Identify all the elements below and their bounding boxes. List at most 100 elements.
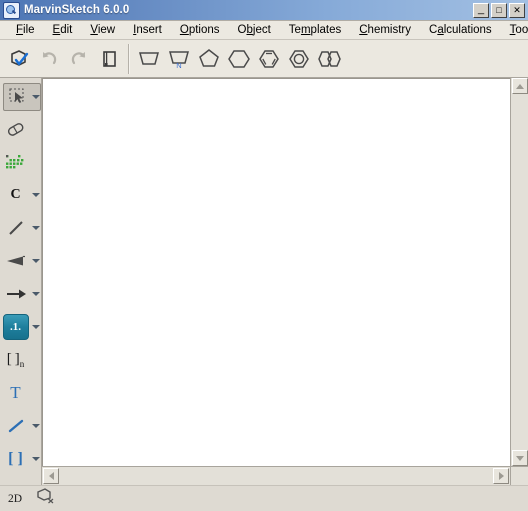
sgroup-bracket-tool[interactable]: [ ]n — [0, 345, 42, 375]
carbon-atom-icon: C — [3, 182, 29, 208]
chevron-down-icon — [515, 455, 524, 461]
graphic-line-icon — [3, 413, 29, 439]
minimize-button[interactable]: _ — [473, 2, 489, 18]
cyclohexane-template-icon[interactable] — [224, 44, 254, 74]
selection-tool[interactable] — [2, 83, 41, 111]
structure-check-icon[interactable] — [4, 44, 34, 74]
dotted-marquee-icon — [3, 149, 29, 175]
reaction-arrow-icon — [3, 281, 29, 307]
menu-view[interactable]: View — [81, 23, 124, 37]
toolbar-separator — [128, 43, 130, 74]
menu-calculations[interactable]: Calculations — [420, 23, 501, 37]
window-title: MarvinSketch 6.0.0 — [24, 4, 130, 16]
chevron-left-icon — [48, 472, 54, 480]
atom-map-icon: .1. — [2, 314, 29, 340]
menu-templates[interactable]: Templates — [280, 23, 350, 37]
window-controls: _ □ ✕ — [473, 2, 525, 18]
reaction-arrow-tool-caret[interactable] — [31, 292, 40, 296]
menu-file-label: ile — [23, 24, 35, 36]
menu-bar: File Edit View Insert Options Object Tem… — [0, 21, 528, 40]
redo-icon[interactable] — [64, 44, 94, 74]
eraser-icon — [3, 116, 29, 142]
bracket-tool-label: [ ] — [8, 450, 23, 467]
marvinsketch-window: MarvinSketch 6.0.0 _ □ ✕ File Edit View … — [0, 0, 528, 511]
main-toolbar: N — [0, 40, 528, 78]
horizontal-scrollbar[interactable] — [42, 467, 510, 485]
menu-options[interactable]: Options — [171, 23, 229, 37]
wedge-bond-tool[interactable] — [0, 246, 42, 276]
menu-chemistry-label: hemistry — [367, 24, 411, 36]
menu-insert-label: nsert — [136, 24, 162, 36]
scrollbar-corner — [510, 467, 528, 485]
scroll-down-button[interactable] — [511, 450, 528, 466]
scroll-up-button[interactable] — [511, 78, 528, 94]
atom-tool-label: C — [10, 187, 21, 202]
eraser-tool[interactable] — [0, 114, 42, 144]
marvin-app-icon — [3, 1, 20, 19]
drawing-canvas[interactable] — [42, 78, 510, 466]
benzene-kekule-template-icon[interactable] — [254, 44, 284, 74]
atom-numbering-label: .1. — [10, 321, 21, 333]
arrow-marquee-icon — [7, 84, 29, 110]
bond-tool[interactable] — [0, 213, 42, 243]
cyclopentane-template-icon[interactable] — [194, 44, 224, 74]
menu-edit-label: dit — [60, 24, 73, 36]
graphic-line-tool-caret[interactable] — [31, 424, 40, 428]
menu-options-label: ptions — [188, 24, 220, 36]
menu-object-label: ject — [252, 24, 271, 36]
bracket-icon: [ ] — [3, 446, 29, 472]
reaction-arrow-tool[interactable] — [0, 279, 42, 309]
toolbar-templates-group: N — [134, 44, 344, 74]
toolbar-actions-group — [4, 44, 124, 74]
canvas-row — [42, 78, 528, 466]
selection-tool-caret[interactable] — [31, 95, 40, 99]
bond-tool-caret[interactable] — [31, 226, 40, 230]
menu-tools[interactable]: Tools — [501, 23, 528, 37]
minimize-icon: _ — [477, 2, 485, 15]
menu-tools-label: ools — [515, 24, 528, 36]
workspace: C .1. []n T [] — [0, 78, 528, 485]
tool-palette: C .1. []n T [] — [0, 78, 42, 485]
graphic-line-tool[interactable] — [0, 411, 42, 441]
benzene-circle-template-icon[interactable] — [284, 44, 314, 74]
bracket-tool-caret[interactable] — [31, 457, 40, 461]
menu-edit[interactable]: Edit — [44, 23, 82, 37]
text-tool[interactable]: T — [0, 378, 42, 408]
atom-numbering-tool[interactable]: .1. — [0, 312, 42, 342]
lasso-select-tool[interactable] — [0, 147, 42, 177]
vertical-scrollbar[interactable] — [510, 78, 528, 466]
undo-icon[interactable] — [34, 44, 64, 74]
wedge-bond-icon — [3, 248, 29, 274]
status-bar: 2D — [0, 485, 528, 511]
no-selection-icon — [36, 487, 56, 510]
cyclopentadiene-template-icon[interactable] — [134, 44, 164, 74]
single-bond-icon — [3, 215, 29, 241]
sgroup-bracket-label: [ ]n — [6, 351, 25, 369]
atom-numbering-tool-caret[interactable] — [31, 325, 40, 329]
menu-object[interactable]: Object — [229, 23, 280, 37]
text-icon: T — [3, 380, 29, 406]
wedge-bond-tool-caret[interactable] — [31, 259, 40, 263]
maximize-button[interactable]: □ — [491, 2, 507, 18]
menu-calculations-label: lculations — [443, 24, 492, 36]
bracket-tool[interactable]: [ ] — [0, 444, 42, 474]
pyrrole-template-icon[interactable]: N — [164, 44, 194, 74]
horizontal-scrollbar-row — [42, 466, 528, 485]
menu-insert[interactable]: Insert — [124, 23, 171, 37]
atom-tool-caret[interactable] — [31, 193, 40, 197]
chevron-up-icon — [515, 83, 524, 89]
text-tool-label: T — [10, 383, 21, 402]
chevron-right-icon — [498, 472, 504, 480]
close-button[interactable]: ✕ — [509, 2, 525, 18]
atom-tool[interactable]: C — [0, 180, 42, 210]
maximize-icon: □ — [496, 4, 502, 15]
periodic-table-icon[interactable] — [94, 44, 124, 74]
scroll-left-button[interactable] — [43, 468, 59, 484]
menu-view-label: iew — [97, 24, 116, 36]
close-icon: ✕ — [513, 4, 521, 15]
menu-file[interactable]: File — [7, 23, 44, 37]
scroll-right-button[interactable] — [493, 468, 509, 484]
title-bar: MarvinSketch 6.0.0 _ □ ✕ — [0, 0, 528, 21]
naphthalene-template-icon[interactable] — [314, 44, 344, 74]
menu-chemistry[interactable]: Chemistry — [350, 23, 420, 37]
